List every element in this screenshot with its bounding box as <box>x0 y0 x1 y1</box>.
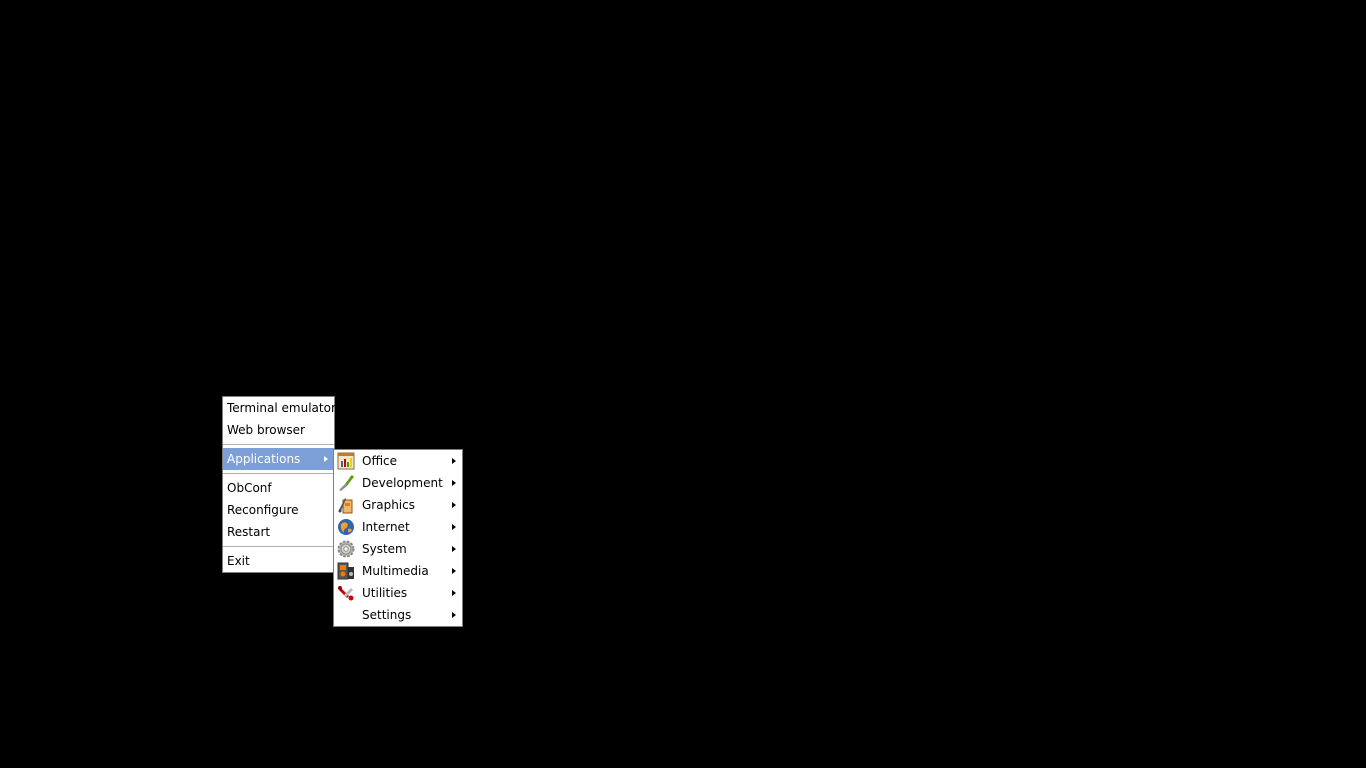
menu-item-exit[interactable]: Exit <box>223 550 334 572</box>
submenu-item-label: Multimedia <box>362 564 429 578</box>
menu-item-label: ObConf <box>227 481 272 495</box>
desktop-background[interactable] <box>0 0 1366 768</box>
menu-item-label: Exit <box>227 554 250 568</box>
submenu-arrow-icon <box>452 502 456 508</box>
submenu-arrow-icon <box>452 590 456 596</box>
submenu-arrow-icon <box>452 524 456 530</box>
submenu-arrow-icon <box>452 546 456 552</box>
graphics-icon <box>337 496 355 514</box>
submenu-item-utilities[interactable]: Utilities <box>334 582 462 604</box>
submenu-item-label: System <box>362 542 407 556</box>
submenu-arrow-icon <box>452 480 456 486</box>
submenu-item-label: Office <box>362 454 398 468</box>
submenu-item-label: Development <box>362 476 443 490</box>
submenu-item-multimedia[interactable]: Multimedia <box>334 560 462 582</box>
submenu-arrow-icon <box>452 568 456 574</box>
menu-item-applications[interactable]: Applications <box>223 448 334 470</box>
menu-item-obconf[interactable]: ObConf <box>223 477 334 499</box>
submenu-item-label: Utilities <box>362 586 408 600</box>
menu-item-label: Web browser <box>227 423 305 437</box>
submenu-item-graphics[interactable]: Graphics <box>334 494 462 516</box>
root-menu: Terminal emulator Web browser Applicatio… <box>222 396 336 573</box>
menu-item-reconfigure[interactable]: Reconfigure <box>223 499 334 521</box>
office-icon <box>337 452 355 470</box>
menu-item-web-browser[interactable]: Web browser <box>223 419 334 441</box>
multimedia-icon <box>337 562 355 580</box>
submenu-item-label: Settings <box>362 608 412 622</box>
utilities-icon <box>337 584 355 602</box>
submenu-item-settings[interactable]: Settings <box>334 604 462 626</box>
system-icon <box>337 540 355 558</box>
development-icon <box>337 474 355 492</box>
menu-item-label: Terminal emulator <box>227 401 336 415</box>
submenu-arrow-icon <box>324 456 328 462</box>
applications-submenu: Office Development Graphics Internet Sys… <box>333 449 463 627</box>
menu-separator <box>223 546 334 547</box>
submenu-item-development[interactable]: Development <box>334 472 462 494</box>
menu-item-label: Reconfigure <box>227 503 299 517</box>
submenu-item-label: Graphics <box>362 498 415 512</box>
menu-separator <box>223 444 334 445</box>
menu-item-terminal-emulator[interactable]: Terminal emulator <box>223 397 336 419</box>
menu-item-restart[interactable]: Restart <box>223 521 334 543</box>
internet-icon <box>337 518 355 536</box>
menu-item-label: Restart <box>227 525 271 539</box>
submenu-item-system[interactable]: System <box>334 538 462 560</box>
submenu-item-internet[interactable]: Internet <box>334 516 462 538</box>
submenu-arrow-icon <box>452 458 456 464</box>
submenu-item-office[interactable]: Office <box>334 450 462 472</box>
menu-separator <box>223 473 334 474</box>
menu-item-label: Applications <box>227 452 301 466</box>
submenu-arrow-icon <box>452 612 456 618</box>
submenu-item-label: Internet <box>362 520 410 534</box>
